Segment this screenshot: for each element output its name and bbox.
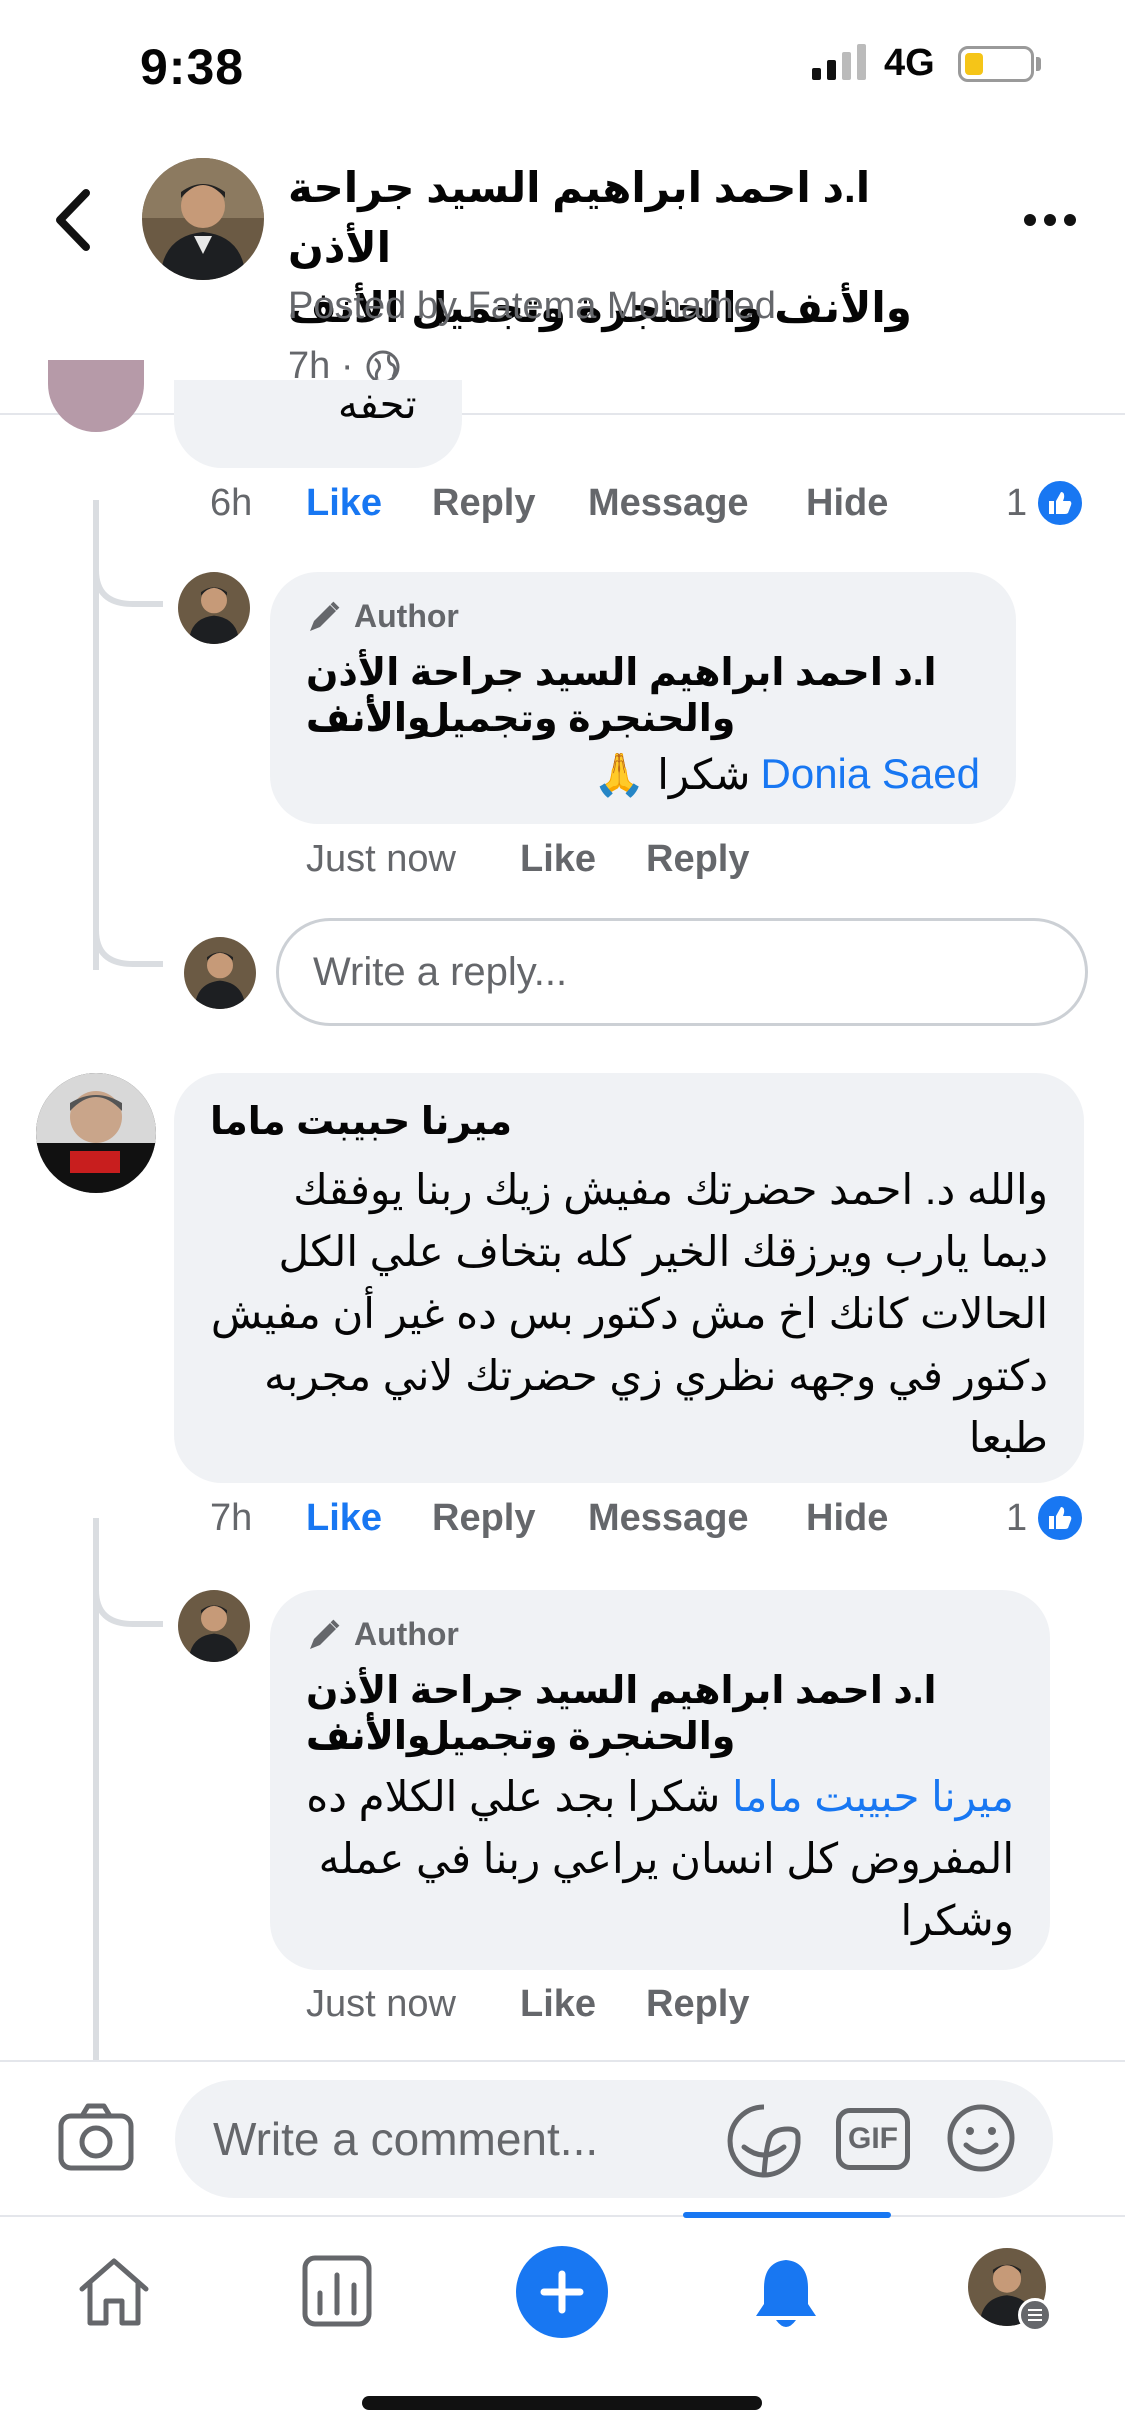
mention-link[interactable]: Donia Saed	[761, 750, 981, 800]
reaction-count[interactable]: 1	[1006, 478, 1086, 528]
comment-actions: 7h Like Reply Message Hide	[210, 1497, 888, 1540]
battery-tip	[1036, 57, 1041, 71]
author-badge-label: Author	[354, 1616, 459, 1652]
like-button[interactable]: Like	[306, 1497, 432, 1540]
active-tab-indicator	[683, 2212, 891, 2218]
create-button[interactable]	[516, 2246, 608, 2338]
more-options-icon[interactable]	[1020, 200, 1080, 240]
comment-line: دكتور في وجهه نظري زي حضرتك لاني مجربه	[264, 1352, 1048, 1399]
reply-time: Just now	[306, 1983, 456, 2025]
reply-input[interactable]: Write a reply...	[276, 918, 1088, 1026]
reply-button[interactable]: Reply	[432, 482, 588, 525]
comment-bar-border	[0, 2060, 1125, 2062]
author-avatar[interactable]	[178, 572, 250, 644]
partial-comment-bubble: تحفه	[174, 380, 462, 468]
status-time: 9:38	[140, 39, 245, 95]
reply-actions: Just now Like Reply	[306, 1983, 749, 2026]
comment-input-placeholder: Write a comment...	[213, 2113, 599, 2165]
reply-button[interactable]: Reply	[646, 838, 749, 881]
menu-badge-icon	[1018, 2298, 1052, 2332]
plus-icon	[540, 2270, 584, 2314]
gif-label: GIF	[848, 2122, 898, 2155]
reply-line: وشكرا	[900, 1897, 1014, 1944]
reaction-count[interactable]: 1	[1006, 1493, 1086, 1543]
comment-time: 7h	[210, 1497, 253, 1539]
header-divider	[0, 413, 1125, 415]
page-title-line1: ا.د احمد ابراهيم السيد جراحة الأذن	[288, 164, 871, 271]
pencil-icon	[310, 601, 340, 631]
network-label: 4G	[884, 42, 935, 84]
author-name-line2[interactable]: والحنجرة وتجميل الأنف	[306, 696, 996, 741]
partial-comment-text: تحفه	[338, 383, 417, 427]
like-button[interactable]: Like	[520, 1983, 646, 2026]
commenter-avatar[interactable]	[36, 1073, 156, 1193]
profile-tab[interactable]	[968, 2248, 1052, 2332]
message-button[interactable]: Message	[588, 1497, 806, 1540]
reply-text: شكرا 🙏	[593, 751, 751, 798]
author-reply-bubble: Author ا.د احمد ابراهيم السيد جراحة الأذ…	[270, 572, 1016, 824]
notifications-icon[interactable]	[750, 2256, 822, 2332]
feed-icon[interactable]	[302, 2255, 372, 2327]
comment-input[interactable]: Write a comment...	[175, 2080, 1053, 2198]
thread-branch	[93, 540, 163, 607]
author-reply-bubble: Author ا.د احمد ابراهيم السيد جراحة الأذ…	[270, 1590, 1050, 1970]
back-icon[interactable]	[46, 185, 106, 255]
comment-text: والله د. احمد حضرتك مفيش زيك ربنا يوفقك …	[211, 1159, 1048, 1469]
pencil-icon	[310, 1619, 340, 1649]
comment-line: والله د. احمد حضرتك مفيش زيك ربنا يوفقك	[293, 1166, 1048, 1213]
camera-icon[interactable]	[58, 2103, 134, 2171]
comment-time: 6h	[210, 482, 253, 524]
author-badge-label: Author	[354, 598, 459, 634]
tabbar-divider	[0, 2215, 1125, 2217]
commenter-name[interactable]: ميرنا حبيبت ماما	[210, 1099, 1050, 1144]
message-button[interactable]: Message	[588, 482, 806, 525]
reply-button[interactable]: Reply	[646, 1983, 749, 2026]
like-button[interactable]: Like	[306, 482, 432, 525]
partial-avatar[interactable]	[48, 360, 144, 432]
reply-button[interactable]: Reply	[432, 1497, 588, 1540]
comment-line: طبعا	[968, 1414, 1048, 1461]
author-reply-text: ميرنا حبيبت ماما شكرا بجد علي الكلام ده …	[306, 1766, 1014, 1952]
comment-actions: 6h Like Reply Message Hide	[210, 482, 888, 525]
reply-line: المفروض كل انسان يراعي ربنا في عمله	[318, 1835, 1014, 1882]
author-avatar[interactable]	[178, 1590, 250, 1662]
author-badge: Author	[306, 598, 459, 635]
reply-actions: Just now Like Reply	[306, 838, 749, 881]
page-avatar[interactable]	[142, 158, 264, 280]
emoji-icon[interactable]	[946, 2103, 1016, 2173]
mention-link[interactable]: ميرنا حبيبت ماما	[732, 1773, 1014, 1820]
thumbs-up-icon	[1035, 478, 1086, 528]
home-indicator	[362, 2396, 762, 2410]
thread-branch	[93, 1560, 163, 1627]
comment-line: الحالات كانك اخ مش دكتور بس ده غير أن مف…	[210, 1290, 1048, 1337]
posted-by: Posted by Fatema Mohamed	[288, 285, 776, 327]
sticker-icon[interactable]	[726, 2103, 802, 2179]
comment-line: ديما يارب ويرزقك الخير كله بتخاف علي الك…	[278, 1228, 1048, 1275]
reply-line: ميرنا حبيبت ماما شكرا بجد علي الكلام ده	[306, 1766, 1014, 1828]
comment-bubble: ميرنا حبيبت ماما والله د. احمد حضرتك مفي…	[174, 1073, 1084, 1483]
reaction-count-number: 1	[1006, 481, 1028, 524]
home-icon[interactable]	[76, 2255, 152, 2327]
thumbs-up-icon	[1035, 1493, 1086, 1543]
battery-icon	[958, 46, 1034, 82]
my-avatar	[184, 937, 256, 1009]
author-name-line2[interactable]: والحنجرة وتجميل الأنف	[306, 1714, 1026, 1759]
signal-icon	[812, 44, 866, 80]
author-badge: Author	[306, 1616, 459, 1653]
reaction-count-number: 1	[1006, 1496, 1028, 1539]
reply-line-rest: شكرا بجد علي الكلام ده	[306, 1773, 733, 1820]
hide-button[interactable]: Hide	[806, 1497, 888, 1540]
author-reply-text: شكرا 🙏 Donia Saed	[593, 750, 980, 800]
thread-branch	[93, 900, 163, 967]
reply-time: Just now	[306, 838, 456, 880]
gif-button[interactable]: GIF	[836, 2108, 910, 2170]
hide-button[interactable]: Hide	[806, 482, 888, 525]
like-button[interactable]: Like	[520, 838, 646, 881]
